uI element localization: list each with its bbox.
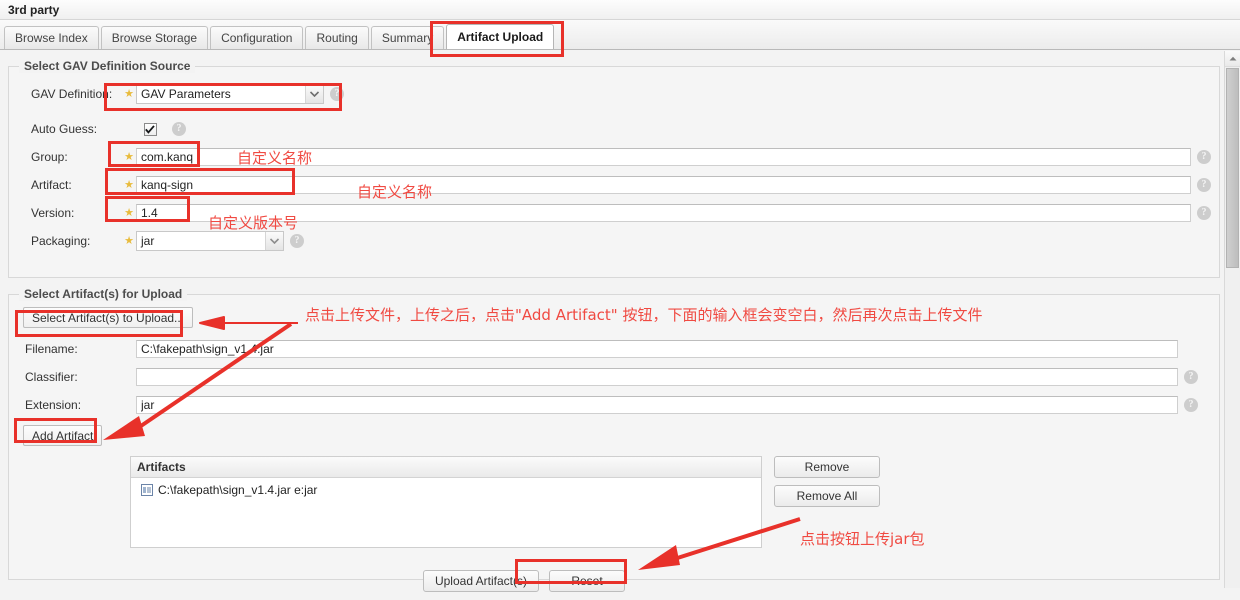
help-icon-extension[interactable]: ?	[1184, 398, 1198, 412]
row-group: Group: ★ ?	[17, 144, 1211, 170]
extension-input[interactable]	[136, 396, 1178, 414]
artifact-item-label: C:\fakepath\sign_v1.4.jar e:jar	[158, 483, 318, 497]
page-header: 3rd party	[0, 0, 1240, 20]
tab-summary[interactable]: Summary	[370, 26, 445, 49]
tab-artifact-upload[interactable]: Artifact Upload	[446, 24, 555, 49]
artifact-input[interactable]	[136, 176, 1191, 194]
required-star-version: ★	[124, 206, 134, 219]
packaging-value: jar	[141, 234, 155, 248]
file-icon	[141, 484, 153, 496]
help-icon-classifier[interactable]: ?	[1184, 370, 1198, 384]
auto-guess-checkbox[interactable]	[143, 122, 157, 136]
help-icon-auto-guess[interactable]: ?	[172, 122, 186, 136]
group-label: Group:	[31, 150, 68, 164]
chevron-down-icon[interactable]	[265, 232, 283, 250]
help-icon-gav-definition[interactable]: ?	[330, 87, 344, 101]
required-star-group: ★	[124, 150, 134, 163]
required-star-auto-guess: ★	[122, 124, 136, 135]
select-artifacts-to-upload-button[interactable]: Select Artifact(s) to Upload...	[23, 307, 194, 328]
version-input[interactable]	[136, 204, 1191, 222]
list-item[interactable]: C:\fakepath\sign_v1.4.jar e:jar	[131, 478, 761, 497]
gav-definition-label: GAV Definition:	[31, 87, 113, 101]
help-icon-version[interactable]: ?	[1197, 206, 1211, 220]
help-icon-packaging[interactable]: ?	[290, 234, 304, 248]
row-version: Version: ★ ?	[17, 200, 1211, 226]
upload-fieldset: Select Artifact(s) for Upload Select Art…	[8, 287, 1220, 592]
help-icon-group[interactable]: ?	[1197, 150, 1211, 164]
group-input[interactable]	[136, 148, 1191, 166]
artifact-label: Artifact:	[31, 178, 72, 192]
required-star-gav: ★	[124, 87, 134, 100]
tab-browse-storage[interactable]: Browse Storage	[100, 26, 209, 49]
tab-browse-index[interactable]: Browse Index	[4, 26, 99, 49]
remove-all-button[interactable]: Remove All	[774, 485, 880, 507]
extension-label: Extension:	[25, 398, 82, 412]
filename-label: Filename:	[25, 342, 78, 356]
tab-routing[interactable]: Routing	[305, 26, 369, 49]
remove-button[interactable]: Remove	[774, 456, 880, 478]
reset-button[interactable]: Reset	[549, 570, 626, 592]
gav-fieldset-legend: Select GAV Definition Source	[19, 59, 196, 73]
tab-configuration[interactable]: Configuration	[210, 26, 304, 49]
gav-definition-select[interactable]: GAV Parameters	[136, 84, 324, 104]
upload-artifacts-button[interactable]: Upload Artifact(s)	[422, 570, 540, 592]
row-filename: Filename:	[17, 336, 1211, 362]
packaging-select[interactable]: jar	[136, 231, 284, 251]
row-gav-definition: GAV Definition: ★ GAV Parameters ?	[17, 81, 1211, 107]
row-artifact: Artifact: ★ ?	[17, 172, 1211, 198]
add-artifact-button[interactable]: Add Artifact	[23, 425, 103, 446]
packaging-label: Packaging:	[31, 234, 91, 248]
row-classifier: Classifier: ?	[17, 364, 1211, 390]
required-star-packaging: ★	[124, 234, 134, 247]
filename-input[interactable]	[136, 340, 1178, 358]
artifacts-list-header: Artifacts	[131, 457, 761, 478]
row-auto-guess: Auto Guess: ★ ?	[17, 116, 1211, 142]
gav-definition-value: GAV Parameters	[141, 87, 231, 101]
required-star-artifact: ★	[124, 178, 134, 191]
scroll-up-icon[interactable]	[1225, 51, 1240, 67]
row-packaging: Packaging: ★ jar ?	[17, 228, 1211, 254]
gav-definition-fieldset: Select GAV Definition Source GAV Definit…	[8, 59, 1220, 278]
artifacts-list[interactable]: Artifacts C:\fakepath\sign_v1.4.jar e:ja…	[130, 456, 762, 548]
tab-bar: Browse Index Browse Storage Configuratio…	[0, 20, 1240, 50]
version-label: Version:	[31, 206, 75, 220]
auto-guess-label: Auto Guess:	[31, 122, 98, 136]
upload-fieldset-legend: Select Artifact(s) for Upload	[19, 287, 188, 301]
page-title: 3rd party	[8, 2, 60, 17]
classifier-input[interactable]	[136, 368, 1178, 386]
content-area: Select GAV Definition Source GAV Definit…	[0, 50, 1240, 592]
row-extension: Extension: ?	[17, 392, 1211, 418]
vertical-scrollbar[interactable]	[1224, 51, 1240, 588]
chevron-down-icon[interactable]	[305, 85, 323, 103]
help-icon-artifact[interactable]: ?	[1197, 178, 1211, 192]
scrollbar-thumb[interactable]	[1226, 68, 1239, 268]
classifier-label: Classifier:	[25, 370, 78, 384]
